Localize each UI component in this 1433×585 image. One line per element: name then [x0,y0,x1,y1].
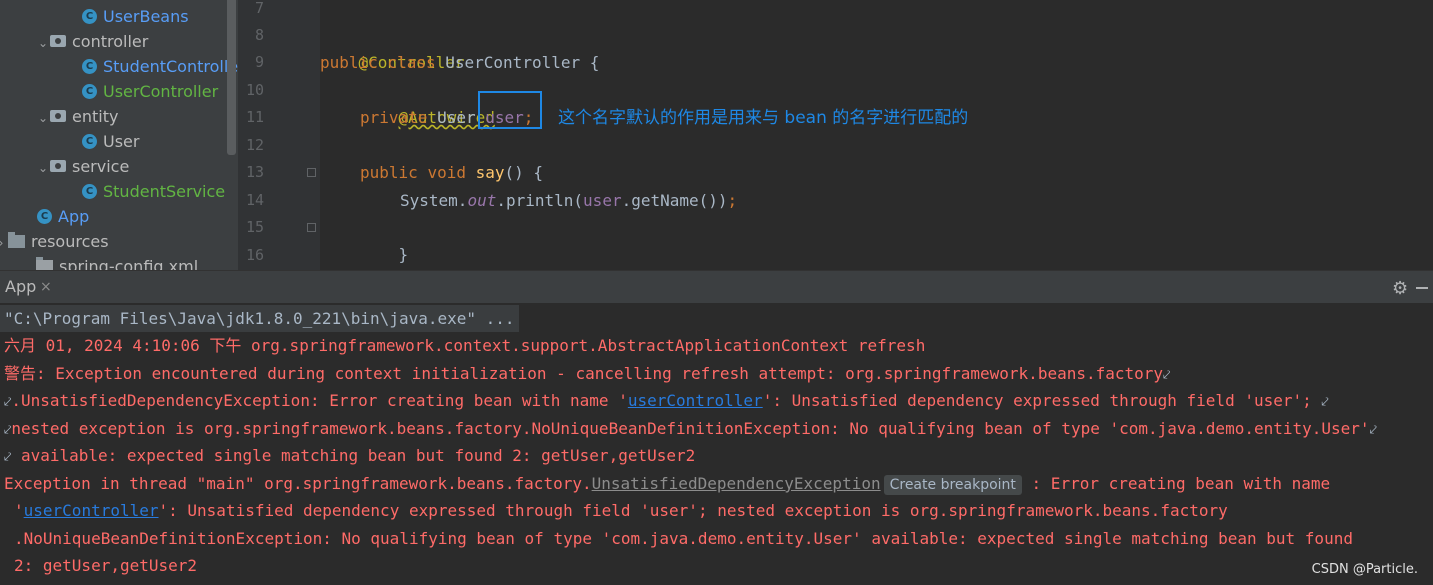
minimize-icon[interactable] [1416,287,1428,289]
tree-item-resources[interactable]: ›resources [0,229,109,254]
folder-icon [8,231,25,248]
line-number: 12 [245,136,264,154]
create-breakpoint-button[interactable]: Create breakpoint [883,474,1022,495]
soft-wrap-icon: ⤦ [1369,423,1377,438]
editor-gutter: 7 8 9 10 11 12 13 14 15 16 [238,0,320,270]
code-editor[interactable]: @Controller public class UserController … [320,0,1433,270]
soft-wrap-icon: ⤦ [1163,368,1171,383]
line-number: 15 [245,218,264,236]
line-number: 7 [254,0,264,17]
class-icon: C [82,8,97,24]
chevron-down-icon[interactable]: ⌄ [36,156,50,181]
line-number: 13 [245,163,264,181]
xml-file-icon [36,256,53,270]
code-line: } [320,242,368,269]
tree-item-user[interactable]: C User [82,129,139,154]
run-tab-app[interactable]: App [0,271,36,303]
console-line: 警告: Exception encountered during context… [4,364,1171,383]
watermark: CSDN @Particle. [1311,562,1418,577]
soft-wrap-icon: ⤦ [1321,395,1329,410]
console-command: "C:\Program Files\Java\jdk1.8.0_221\bin\… [0,305,519,332]
usercontroller-link[interactable]: userController [24,501,159,520]
line-number: 8 [254,26,264,44]
tree-item-userbeans[interactable]: C UserBeans [82,4,189,29]
highlight-box [478,91,542,129]
line-number: 14 [245,191,264,209]
line-number: 16 [245,246,264,264]
console-line: ⤦.UnsatisfiedDependencyException: Error … [4,391,1329,410]
line-number: 10 [245,81,264,99]
tree-item-studentcontroller[interactable]: C StudentController [82,54,238,79]
console-line: 'userController': Unsatisfied dependency… [14,501,1228,520]
tree-item-usercontroller[interactable]: C UserController [82,79,218,104]
fold-marker-icon[interactable] [307,223,316,232]
class-icon: C [82,183,97,199]
run-toolbar: App × ⚙ [0,270,1433,303]
class-icon: C [37,208,52,224]
code-line: @Controller [358,53,465,72]
class-icon: C [82,133,97,149]
tree-item-service[interactable]: ⌄ service [36,154,129,179]
chevron-right-icon[interactable]: › [0,231,8,256]
console-line: ⤦ available: expected single matching be… [4,446,696,465]
code-line: public class UserController { [320,53,600,72]
chevron-down-icon[interactable]: ⌄ [36,31,50,56]
line-number: 9 [254,53,264,71]
annotation-note: 这个名字默认的作用是用来与 bean 的名字进行匹配的 [558,108,969,128]
console-line: 2: getUser,getUser2 [14,556,198,575]
console-line: .NoUniqueBeanDefinitionException: No qua… [14,529,1353,548]
close-icon[interactable]: × [40,271,52,303]
project-tree: C UserBeans ⌄ controller C StudentControlle… [0,0,238,270]
console-line: ⤦nested exception is org.springframework… [4,419,1377,438]
package-icon [50,160,66,172]
usercontroller-link[interactable]: userController [628,391,763,410]
class-icon: C [82,58,97,74]
console-line: Exception in thread "main" org.springfra… [4,474,1331,495]
gear-icon[interactable]: ⚙ [1392,278,1408,299]
console-line: 六月 01, 2024 4:10:06 下午 org.springframewo… [4,336,926,355]
package-icon [50,35,66,47]
fold-marker-icon[interactable] [307,168,316,177]
class-icon: C [82,83,97,99]
chevron-down-icon[interactable]: ⌄ [36,106,50,131]
code-line: @Autowired [398,108,495,127]
tree-scrollbar[interactable] [227,0,236,155]
tree-item-controller[interactable]: ⌄ controller [36,29,148,54]
tree-item-spring-config[interactable]: spring-config.xml [36,254,198,270]
code-line: public void say() { [360,163,544,182]
tree-item-app[interactable]: C App [37,204,89,229]
code-line: } [398,245,409,264]
console-output[interactable]: "C:\Program Files\Java\jdk1.8.0_221\bin\… [0,303,1433,585]
line-number: 11 [245,108,264,126]
tree-item-entity[interactable]: ⌄ entity [36,104,118,129]
exception-link[interactable]: UnsatisfiedDependencyException [592,474,881,493]
package-icon [50,110,66,122]
code-line: System.out.println(user.getName()); [400,191,738,210]
tree-item-studentservice[interactable]: C StudentService [82,179,225,204]
